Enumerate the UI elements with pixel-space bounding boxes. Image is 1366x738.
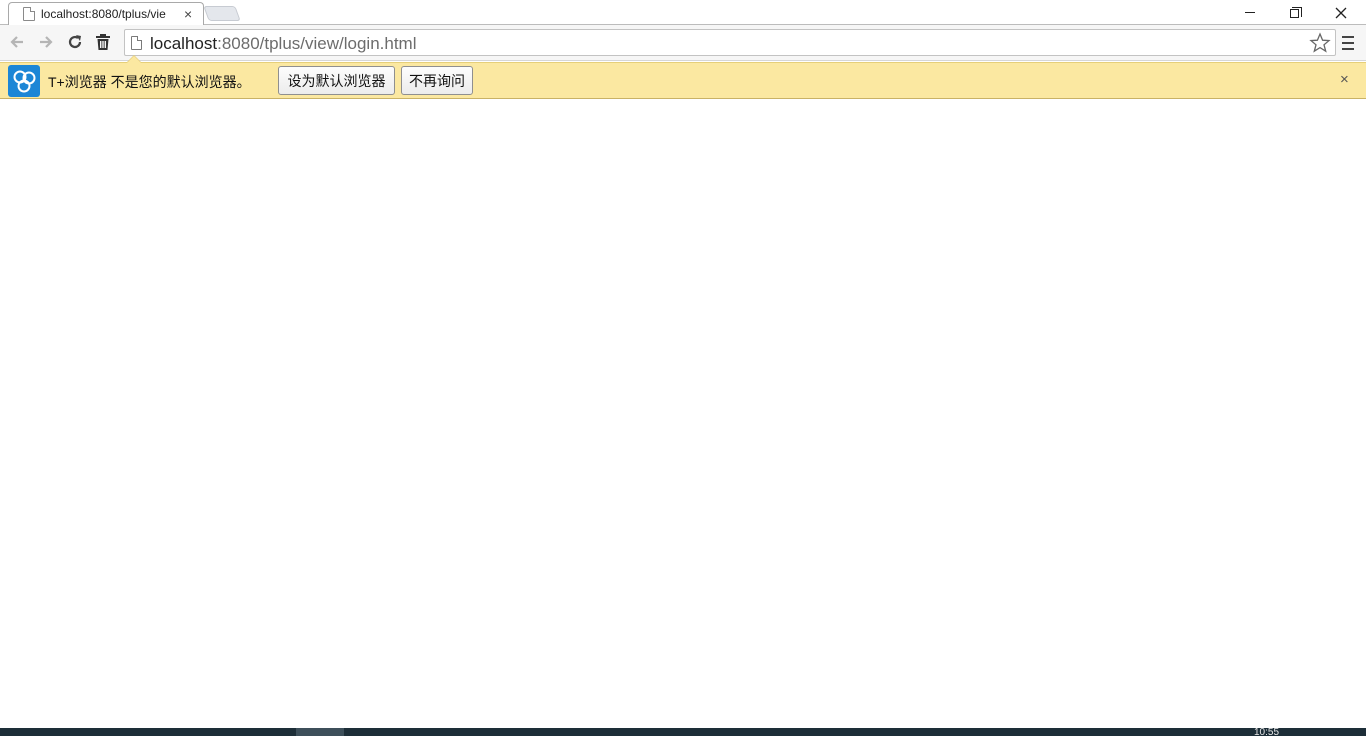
restore-icon (1289, 7, 1302, 18)
page-content (0, 99, 1366, 728)
taskbar: 10:55 (0, 727, 1366, 738)
close-window-button[interactable] (1318, 0, 1364, 25)
trash-icon (96, 34, 110, 50)
page-icon (23, 7, 35, 21)
tab-title: localhost:8080/tplus/vie (41, 7, 166, 21)
back-button[interactable] (6, 31, 28, 53)
address-bar[interactable]: localhost:8080/tplus/view/login.html (124, 29, 1336, 56)
tplus-logo-icon (8, 65, 40, 97)
clear-data-button[interactable] (92, 31, 114, 53)
infobar-close-icon[interactable]: × (1340, 71, 1349, 88)
tab-close-icon[interactable]: × (184, 6, 192, 22)
minimize-icon (1245, 12, 1255, 13)
bookmark-star-icon[interactable] (1309, 32, 1331, 54)
tplus-clover-icon (13, 70, 36, 93)
url-text[interactable]: localhost:8080/tplus/view/login.html (150, 34, 417, 54)
infobar-message: T+浏览器 不是您的默认浏览器。 (48, 74, 251, 90)
reload-icon (68, 35, 82, 49)
forward-button[interactable] (35, 31, 57, 53)
default-browser-infobar: T+浏览器 不是您的默认浏览器。 设为默认浏览器 不再询问 × (0, 55, 1366, 99)
infobar-pointer (126, 55, 142, 63)
set-default-browser-button[interactable]: 设为默认浏览器 (278, 66, 395, 95)
url-path: :8080/tplus/view/login.html (217, 34, 417, 53)
menu-bar (1342, 48, 1354, 50)
new-tab-button[interactable] (203, 6, 241, 21)
browser-toolbar: localhost:8080/tplus/view/login.html (0, 25, 1366, 61)
taskbar-clock: 10:55 (1254, 727, 1280, 738)
taskbar-active-item[interactable] (296, 728, 344, 736)
tab-strip: localhost:8080/tplus/vie × (0, 0, 1366, 26)
page-info-icon[interactable] (131, 36, 142, 50)
back-arrow-icon (10, 36, 23, 48)
menu-bar (1342, 36, 1354, 38)
restore-button[interactable] (1272, 0, 1318, 25)
forward-arrow-icon (40, 36, 53, 48)
close-icon (1335, 7, 1347, 18)
menu-bar (1342, 42, 1354, 44)
url-host: localhost (150, 34, 218, 53)
minimize-button[interactable] (1227, 0, 1273, 25)
browser-tab[interactable]: localhost:8080/tplus/vie × (8, 2, 204, 26)
reload-button[interactable] (64, 31, 86, 53)
never-ask-button[interactable]: 不再询问 (401, 66, 473, 95)
browser-menu-button[interactable] (1340, 34, 1356, 52)
